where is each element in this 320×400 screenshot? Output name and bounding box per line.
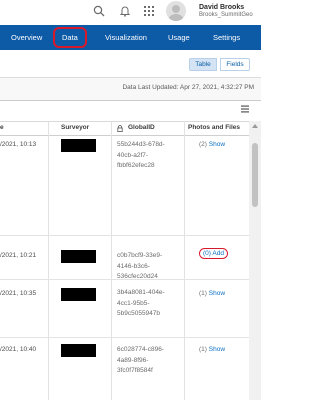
table-view-button[interactable]: Table xyxy=(189,58,217,71)
column-menu-icon[interactable] xyxy=(241,105,249,113)
info-row: Data Last Updated: Apr 27, 2021, 4:32:27… xyxy=(0,78,261,100)
search-icon[interactable] xyxy=(93,5,105,17)
user-name[interactable]: David Brooks xyxy=(199,4,244,11)
photos-count: (1) xyxy=(199,346,207,353)
photos-cell: (1) Show xyxy=(199,290,225,297)
photos-cell: (2) Show xyxy=(199,141,225,148)
redacted-surveyor xyxy=(61,344,96,357)
globalid-cell: 6c028774-c896- 4a89-8f96- 3fc0f7f8584f xyxy=(117,346,164,374)
globalid-cell: 55b244d3-678d- 40cb-a2f7- fbbf62efec28 xyxy=(117,141,165,169)
date-cell: /2021, 10:21 xyxy=(0,252,37,259)
table-row[interactable]: /2021, 10:35 3b4a8081-404e- 4cc1-95b5- 5b9… xyxy=(0,284,249,338)
add-photos-link[interactable]: Add xyxy=(212,250,224,257)
table-row[interactable]: /2021, 10:40 6c028774-c896- 4a89-8f96- 3fc… xyxy=(0,342,249,400)
redacted-surveyor xyxy=(61,139,96,152)
user-avatar-icon xyxy=(168,5,184,21)
tab-overview[interactable]: Overview xyxy=(11,25,42,50)
table-row[interactable]: /2021, 10:13 55b244d3-678d- 40cb-a2f7- fbb… xyxy=(0,136,249,236)
column-header-globalid[interactable]: GlobalID xyxy=(128,124,155,131)
bell-icon[interactable] xyxy=(119,5,131,17)
top-header: David Brooks Brooks_SummitGeo xyxy=(0,0,261,25)
photos-count: (2) xyxy=(199,141,207,148)
tab-settings[interactable]: Settings xyxy=(213,25,240,50)
table-header: e Surveyor GlobalID Photos and Files xyxy=(0,121,249,136)
app-launcher-icon[interactable] xyxy=(143,5,155,17)
column-header-date[interactable]: e xyxy=(0,124,4,131)
show-photos-link[interactable]: Show xyxy=(209,141,225,148)
avatar[interactable] xyxy=(166,1,186,21)
user-handle[interactable]: Brooks_SummitGeo xyxy=(199,12,253,18)
photos-count: (1) xyxy=(199,290,207,297)
add-photos-annotation[interactable]: (0) Add xyxy=(199,248,228,259)
scroll-up-arrow-icon[interactable] xyxy=(252,124,258,128)
column-header-surveyor[interactable]: Surveyor xyxy=(61,124,89,131)
date-cell: /2021, 10:35 xyxy=(0,290,37,297)
date-cell: /2021, 10:40 xyxy=(0,346,37,353)
photos-cell: (0) Add xyxy=(199,248,228,259)
vertical-scrollbar[interactable] xyxy=(249,121,261,400)
redacted-surveyor xyxy=(61,288,96,301)
tab-visualization[interactable]: Visualization xyxy=(105,25,147,50)
table-row[interactable]: /2021, 10:21 c0b7bcf9-33e9- 4146-b3c6- 536… xyxy=(0,247,249,280)
last-updated-text: Data Last Updated: Apr 27, 2021, 4:32:27… xyxy=(122,84,254,91)
date-cell: /2021, 10:13 xyxy=(0,141,37,148)
nav-bar: Overview Data Visualization Usage Settin… xyxy=(0,25,261,50)
globalid-cell: 3b4a8081-404e- 4cc1-95b5- 5b9c5055947b xyxy=(117,289,165,317)
lock-icon xyxy=(117,125,123,132)
fields-view-button[interactable]: Fields xyxy=(220,58,250,71)
data-table: e Surveyor GlobalID Photos and Files /20… xyxy=(0,100,261,400)
show-photos-link[interactable]: Show xyxy=(209,346,225,353)
photos-count: (0) xyxy=(203,250,211,257)
tab-data[interactable]: Data xyxy=(53,27,87,48)
photos-cell: (1) Show xyxy=(199,346,225,353)
show-photos-link[interactable]: Show xyxy=(209,290,225,297)
redacted-surveyor xyxy=(61,250,96,263)
globalid-cell: c0b7bcf9-33e9- 4146-b3c6- 536cfec20d24 xyxy=(117,252,163,280)
scroll-thumb[interactable] xyxy=(252,143,258,207)
view-toolbar: Table Fields xyxy=(0,50,261,78)
tab-usage[interactable]: Usage xyxy=(168,25,190,50)
column-header-photos[interactable]: Photos and Files xyxy=(188,124,240,131)
